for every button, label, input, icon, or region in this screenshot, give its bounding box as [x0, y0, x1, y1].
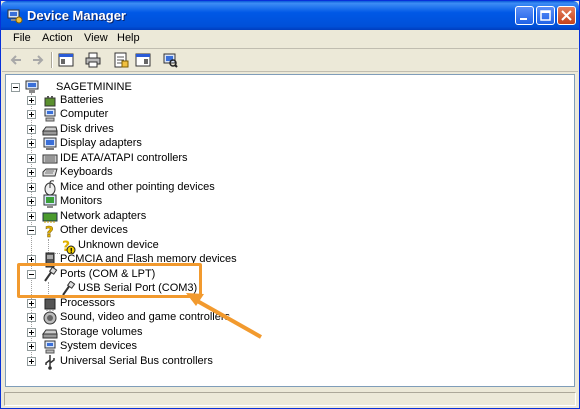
maximize-icon: [540, 10, 551, 21]
status-segment: [4, 392, 576, 406]
show-hide-console-tree-icon[interactable]: [58, 52, 74, 68]
device-manager-icon: [7, 9, 23, 24]
status-bar: [2, 390, 578, 408]
scan-hardware-changes-icon[interactable]: [162, 52, 178, 68]
back-arrow-icon[interactable]: [9, 52, 25, 68]
menu-bar: File Action View Help: [2, 30, 578, 49]
device-tree[interactable]: SAGETMININE Batteries Computer Disk driv…: [5, 74, 575, 387]
menu-file[interactable]: File: [13, 32, 31, 44]
menu-view[interactable]: View: [84, 32, 108, 44]
menu-action[interactable]: Action: [42, 32, 73, 44]
annotation-arrow: [186, 293, 262, 339]
device-manager-window: Device Manager File Action View Help SAG…: [0, 0, 580, 409]
print-icon[interactable]: [85, 52, 101, 68]
properties-icon[interactable]: [113, 52, 129, 68]
maximize-button[interactable]: [536, 6, 555, 25]
minimize-icon: [520, 18, 527, 20]
help-icon[interactable]: [135, 52, 151, 68]
forward-arrow-icon[interactable]: [29, 52, 45, 68]
toolbar-separator: [51, 52, 53, 68]
window-title: Device Manager: [27, 8, 126, 23]
toolbar: [2, 49, 578, 72]
minimize-button[interactable]: [515, 6, 534, 25]
menu-help[interactable]: Help: [117, 32, 140, 44]
close-button[interactable]: [557, 6, 576, 25]
close-icon: [561, 10, 572, 21]
title-bar[interactable]: Device Manager: [1, 1, 579, 30]
